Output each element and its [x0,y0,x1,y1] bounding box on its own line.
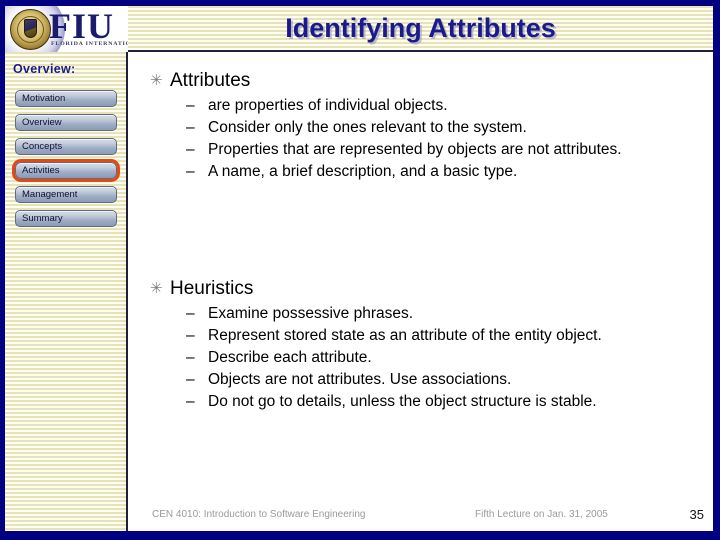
bottom-accent-bar [0,531,720,540]
bullet-point: – are properties of individual objects. [130,95,713,116]
bullet-point: – Do not go to details, unless the object… [130,391,713,412]
dash-bullet-icon: – [186,393,195,410]
content-section-heuristics: ✳ Heuristics – Examine possessive phrases. –… [130,276,713,413]
bullet-point-text: Do not go to details, unless the object … [208,393,597,410]
sidebar-item-label: Activities [22,165,60,176]
bullet-point-text: Objects are not attributes. Use associat… [208,371,512,388]
sidebar-item-label: Summary [22,213,63,224]
footer-course-label: CEN 4010: Introduction to Software Engin… [152,509,366,520]
bullet-point-text: Properties that are represented by objec… [208,141,622,158]
logo-wordmark: FIU [49,6,114,46]
sidebar-navigation: Overview: Motivation Overview Concepts Acti… [5,52,128,531]
sidebar-item-label: Concepts [22,141,63,152]
slide-number: 35 [689,507,704,522]
bullet-point: – Describe each attribute. [130,347,713,368]
section-heading-label: Heuristics [170,278,254,299]
sidebar-item-activities[interactable]: Activities [5,159,128,183]
section-heading-label: Attributes [170,70,251,91]
page-title: Identifying Attributes [285,13,556,43]
right-accent-bar [713,0,720,540]
sidebar-item-list: Motivation Overview Concepts Activities Mana… [5,87,128,231]
dash-bullet-icon: – [186,163,195,180]
bullet-point: – Represent stored state as an attribute … [130,325,713,346]
slide-content: ✳ Attributes – are properties of individual… [130,54,713,504]
section-heading: ✳ Heuristics [130,276,713,301]
bullet-point: – A name, a brief description, and a basi… [130,161,713,182]
dash-bullet-icon: – [186,305,195,322]
bullet-point-text: Examine possessive phrases. [208,305,414,322]
bullet-point: – Objects are not attributes. Use associa… [130,369,713,390]
bullet-point-text: A name, a brief description, and a basic… [208,163,518,180]
sidebar-item-button[interactable]: Motivation [15,90,117,107]
presentation-slide: FIU FLORIDA INTERNATIONAL UNIVERSITY Ide… [0,0,720,540]
sidebar-item-label: Management [22,189,78,200]
content-section-attributes: ✳ Attributes – are properties of individual… [130,68,713,183]
bullet-point-text: Consider only the ones relevant to the s… [208,119,527,136]
dash-bullet-icon: – [186,119,195,136]
sidebar-item-button[interactable]: Management [15,186,117,203]
sidebar-heading: Overview: [13,62,76,76]
sidebar-item-button[interactable]: Summary [15,210,117,227]
footer-lecture-label: Fifth Lecture on Jan. 31, 2005 [475,509,608,520]
section-heading: ✳ Attributes [130,68,713,93]
sidebar-item-button[interactable]: Concepts [15,138,117,155]
bullet-point: – Examine possessive phrases. [130,303,713,324]
dash-bullet-icon: – [186,371,195,388]
university-seal-icon [10,9,51,50]
asterisk-bullet-icon: ✳ [150,72,163,89]
bullet-point-text: Describe each attribute. [208,349,372,366]
title-band: Identifying Attributes [128,6,713,52]
sidebar-item-button[interactable]: Activities [15,162,117,179]
asterisk-bullet-icon: ✳ [150,280,163,297]
sidebar-item-concepts[interactable]: Concepts [5,135,128,159]
bullet-point: – Consider only the ones relevant to the … [130,117,713,138]
slide-footer: CEN 4010: Introduction to Software Engin… [130,505,713,531]
sidebar-item-summary[interactable]: Summary [5,207,128,231]
dash-bullet-icon: – [186,327,195,344]
bullet-point: – Properties that are represented by obje… [130,139,713,160]
sidebar-item-button[interactable]: Overview [15,114,117,131]
logo-subtitle: FLORIDA INTERNATIONAL UNIVERSITY [51,41,128,47]
sidebar-item-overview[interactable]: Overview [5,111,128,135]
sidebar-item-label: Overview [22,117,62,128]
dash-bullet-icon: – [186,141,195,158]
dash-bullet-icon: – [186,349,195,366]
dash-bullet-icon: – [186,97,195,114]
sidebar-item-motivation[interactable]: Motivation [5,87,128,111]
sidebar-item-management[interactable]: Management [5,183,128,207]
sidebar-item-label: Motivation [22,93,66,104]
bullet-point-text: Represent stored state as an attribute o… [208,327,602,344]
fiu-logo: FIU FLORIDA INTERNATIONAL UNIVERSITY [5,6,128,52]
bullet-point-text: are properties of individual objects. [208,97,448,114]
